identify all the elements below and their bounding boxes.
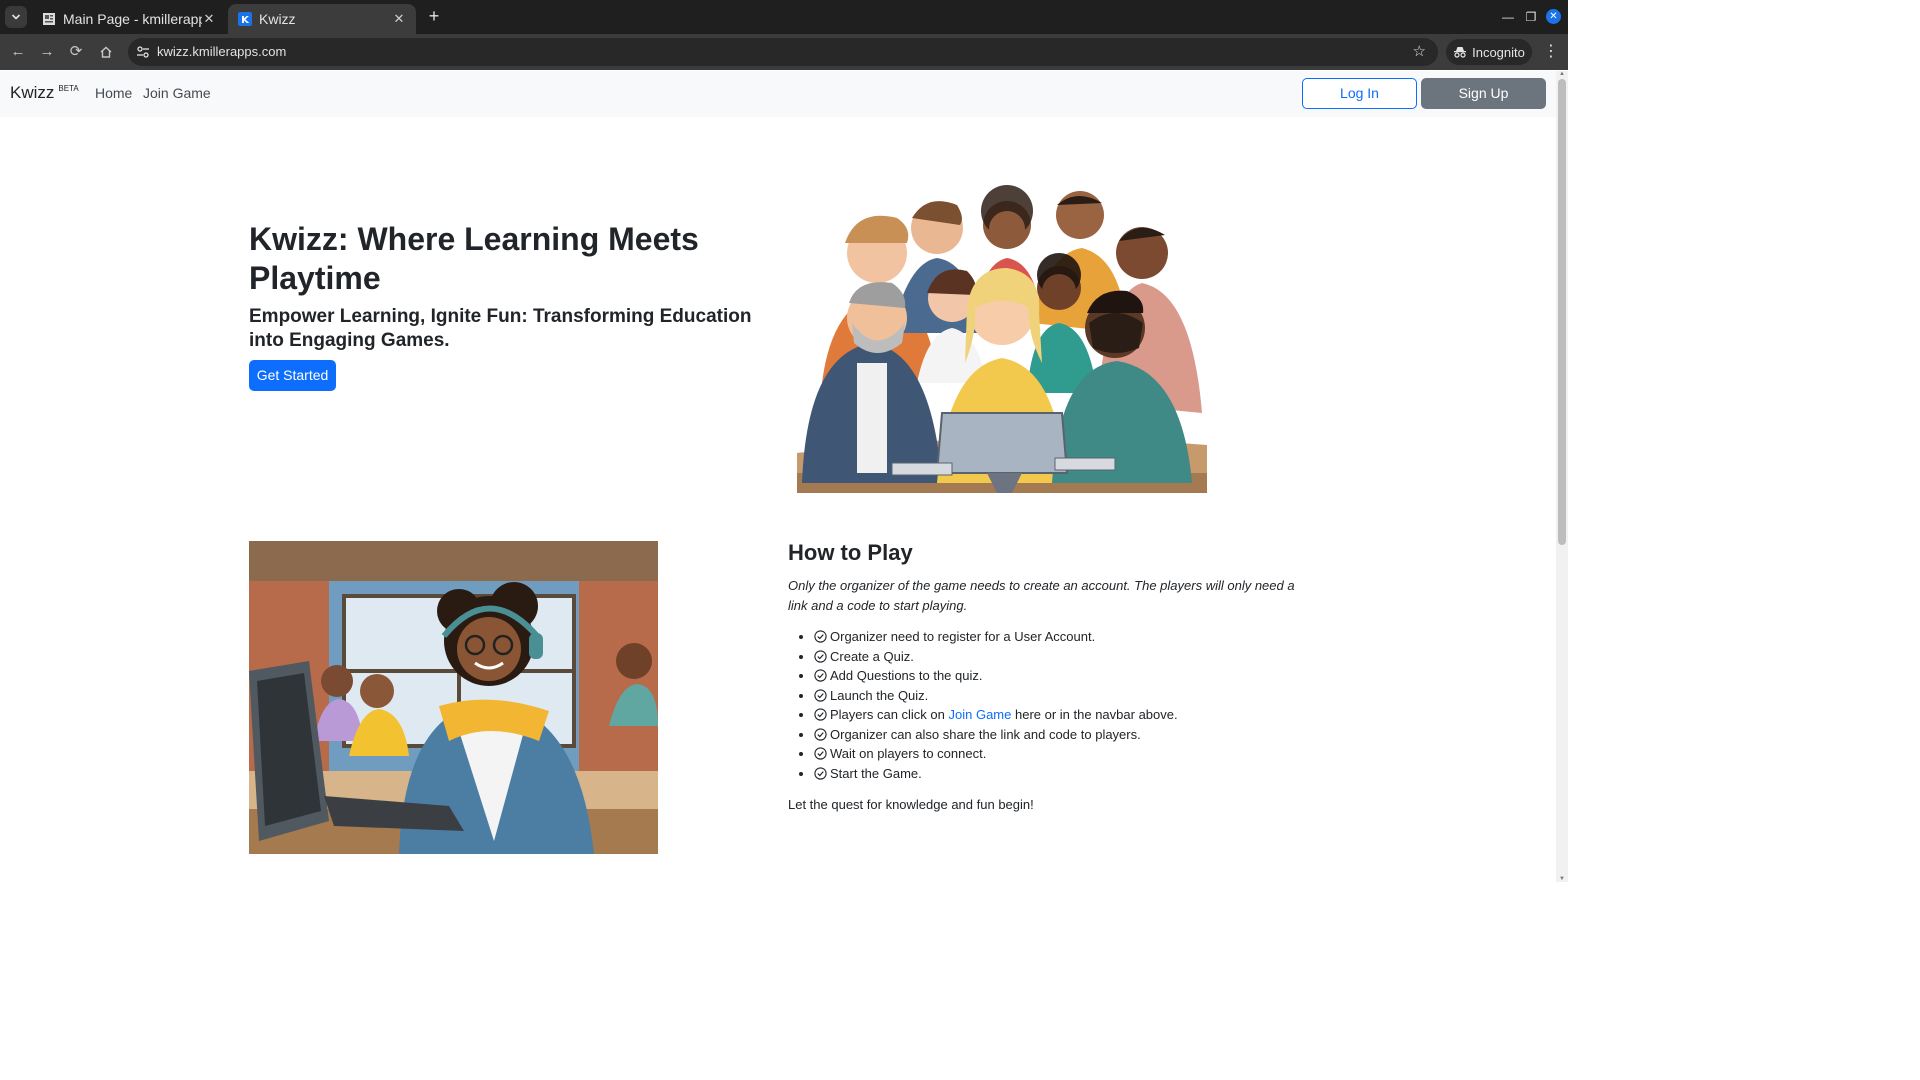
check-circle-icon bbox=[814, 649, 827, 663]
step-text: Launch the Quiz. bbox=[830, 687, 929, 703]
hero-title: Kwizz: Where Learning Meets Playtime bbox=[249, 221, 699, 296]
tab-main-page[interactable]: Main Page - kmillerapps ✕ bbox=[32, 4, 226, 34]
check-circle-icon bbox=[814, 688, 827, 702]
tab-kwizz[interactable]: K Kwizz ✕ bbox=[228, 4, 416, 34]
closing-text: Let the quest for knowledge and fun begi… bbox=[788, 797, 1034, 812]
brand-logo[interactable]: Kwizz BETA bbox=[10, 83, 79, 103]
window-close-icon[interactable]: ✕ bbox=[1546, 9, 1561, 24]
chevron-down-icon bbox=[11, 14, 21, 20]
page-scrollbar[interactable]: ▲ ▼ bbox=[1556, 71, 1568, 882]
check-circle-icon bbox=[814, 630, 827, 643]
check-circle-icon bbox=[814, 747, 827, 760]
back-arrow-icon[interactable]: ← bbox=[8, 42, 28, 62]
hero-illustration bbox=[797, 183, 1207, 493]
tab-close-icon[interactable]: ✕ bbox=[202, 11, 216, 27]
student-illustration bbox=[249, 541, 658, 854]
incognito-icon bbox=[1454, 47, 1467, 58]
address-bar[interactable]: kwizz.kmillerapps.com ☆ bbox=[128, 38, 1438, 66]
restore-icon[interactable]: ❐ bbox=[1521, 6, 1541, 28]
bookmark-star-icon[interactable]: ☆ bbox=[1413, 43, 1426, 61]
step-text: Add Questions to the quiz. bbox=[830, 668, 983, 683]
signup-button[interactable]: Sign Up bbox=[1421, 78, 1546, 109]
list-item: Organizer need to register for a User Ac… bbox=[814, 627, 1178, 647]
step-text: Organizer can also share the link and co… bbox=[830, 726, 1141, 742]
list-item: Organizer can also share the link and co… bbox=[814, 725, 1178, 745]
list-item: Start the Game. bbox=[814, 764, 1178, 784]
tab-close-icon[interactable]: ✕ bbox=[392, 11, 406, 27]
minimize-icon[interactable]: — bbox=[1498, 6, 1518, 28]
steps-list: Organizer need to register for a User Ac… bbox=[788, 627, 1178, 783]
new-tab-plus-icon[interactable]: + bbox=[424, 6, 444, 26]
forward-arrow-icon[interactable]: → bbox=[37, 42, 57, 62]
scrollbar-thumb[interactable] bbox=[1558, 79, 1566, 545]
scroll-up-arrow-icon[interactable]: ▲ bbox=[1558, 71, 1566, 77]
step-text-after: here or in the navbar above. bbox=[1011, 707, 1178, 722]
scroll-down-arrow-icon[interactable]: ▼ bbox=[1558, 876, 1566, 882]
site-navbar: Kwizz BETA Home Join Game Log In Sign Up bbox=[0, 71, 1556, 117]
step-text: Organizer need to register for a User Ac… bbox=[830, 629, 1096, 644]
list-item: Launch the Quiz. bbox=[814, 686, 1178, 706]
list-item: Wait on players to connect. bbox=[814, 744, 1178, 764]
nav-link-join-game[interactable]: Join Game bbox=[143, 85, 211, 101]
hero-subtitle: Empower Learning, Ignite Fun: Transformi… bbox=[249, 306, 752, 351]
site-info-icon[interactable] bbox=[135, 44, 151, 60]
list-item: Players can click on Join Game here or i… bbox=[814, 705, 1178, 725]
kwizz-favicon-icon: K bbox=[238, 12, 252, 26]
step-text: Start the Game. bbox=[830, 765, 922, 781]
step-text-before: Players can click on bbox=[830, 707, 949, 722]
more-menu-icon[interactable]: ⋮ bbox=[1543, 43, 1559, 61]
svg-text:K: K bbox=[241, 15, 250, 26]
join-game-link[interactable]: Join Game bbox=[949, 707, 1012, 722]
brand-name: Kwizz bbox=[10, 83, 55, 102]
how-to-play-title: How to Play bbox=[788, 540, 913, 565]
check-circle-icon bbox=[814, 708, 827, 721]
browser-toolbar: ← → ⟳ kwizz.kmillerapps.com ☆ Incognito … bbox=[0, 34, 1568, 70]
list-item: Create a Quiz. bbox=[814, 647, 1178, 667]
tab-title: Main Page - kmillerapps bbox=[63, 11, 202, 27]
home-icon[interactable] bbox=[96, 42, 116, 62]
step-text: Wait on players to connect. bbox=[830, 746, 987, 761]
step-text: Create a Quiz. bbox=[830, 648, 914, 664]
list-item: Add Questions to the quiz. bbox=[814, 666, 1178, 686]
url-text: kwizz.kmillerapps.com bbox=[157, 44, 287, 59]
tab-search-button[interactable] bbox=[5, 6, 27, 28]
get-started-button[interactable]: Get Started bbox=[249, 360, 336, 391]
reload-icon[interactable]: ⟳ bbox=[66, 42, 86, 62]
beta-badge: BETA bbox=[58, 84, 79, 93]
incognito-label: Incognito bbox=[1472, 44, 1525, 60]
check-circle-icon bbox=[814, 766, 827, 780]
nav-link-home[interactable]: Home bbox=[95, 85, 132, 101]
check-circle-icon bbox=[814, 669, 827, 682]
login-button[interactable]: Log In bbox=[1302, 78, 1417, 109]
how-to-play-intro: Only the organizer of the game needs to … bbox=[788, 578, 1295, 613]
tab-title: Kwizz bbox=[259, 11, 296, 27]
check-circle-icon bbox=[814, 727, 827, 741]
browser-tab-bar: Main Page - kmillerapps ✕ K Kwizz ✕ + — … bbox=[0, 0, 1568, 34]
incognito-indicator[interactable]: Incognito bbox=[1446, 39, 1532, 65]
wiki-favicon-icon bbox=[43, 13, 55, 25]
